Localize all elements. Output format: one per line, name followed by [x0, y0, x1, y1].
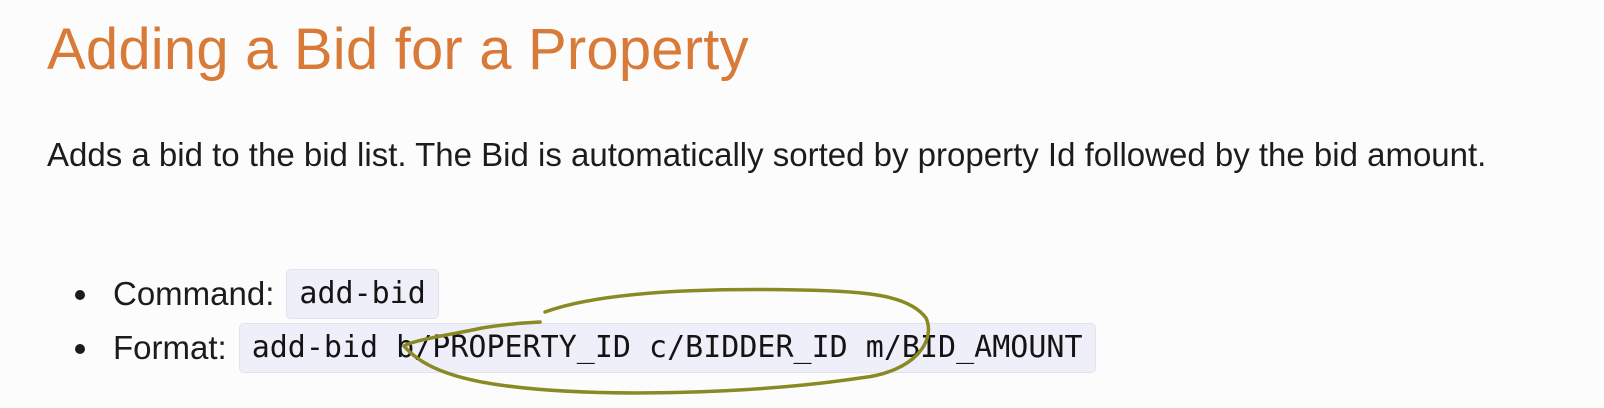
format-code: add-bid b/PROPERTY_ID c/BIDDER_ID m/BID_…	[238, 323, 1096, 373]
format-label: Format:	[113, 329, 227, 366]
spec-list: Command: add-bid Format: add-bid b/PROPE…	[47, 267, 1096, 375]
section-description: Adds a bid to the bid list. The Bid is a…	[47, 136, 1487, 173]
list-item-command: Command: add-bid	[47, 267, 1096, 321]
command-code: add-bid	[286, 269, 439, 319]
bullet-icon	[75, 344, 85, 354]
page-title: Adding a Bid for a Property	[47, 17, 749, 82]
bullet-icon	[75, 290, 85, 300]
command-label: Command:	[113, 275, 275, 312]
list-item-format: Format: add-bid b/PROPERTY_ID c/BIDDER_I…	[47, 321, 1096, 375]
